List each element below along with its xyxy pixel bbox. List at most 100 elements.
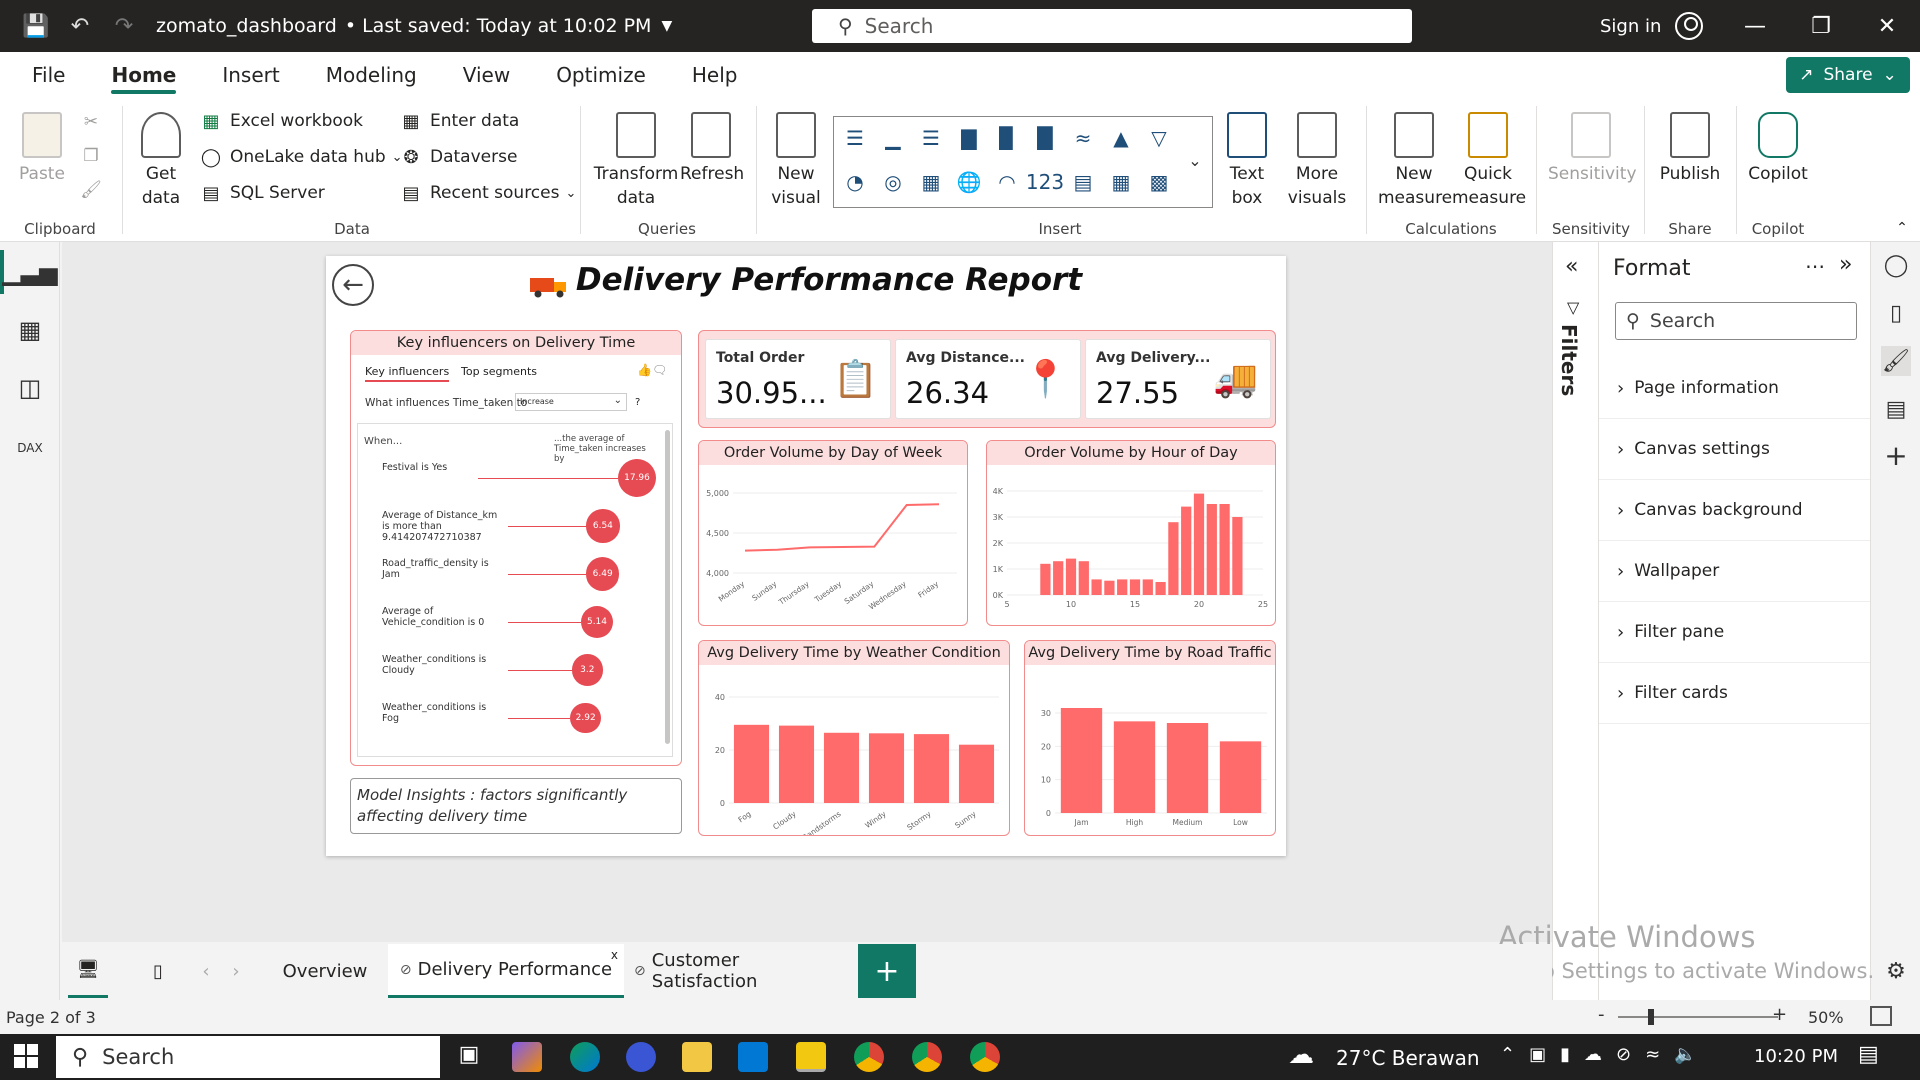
- tab-key-influencers[interactable]: Key influencers: [365, 365, 450, 382]
- clustered-column-icon[interactable]: ▇: [954, 123, 984, 153]
- transform-data-button[interactable]: Transform data: [592, 112, 680, 210]
- menu-home[interactable]: Home: [88, 52, 199, 98]
- influence-bubble[interactable]: 6.49: [586, 557, 620, 591]
- enter-data-button[interactable]: ▦ Enter data: [400, 110, 519, 132]
- influence-bubble[interactable]: 3.2: [571, 654, 603, 686]
- influencer-row[interactable]: Festival is Yes 17.96: [358, 458, 656, 498]
- tab-delivery-performance[interactable]: ⊘ Delivery Performance x: [388, 944, 624, 998]
- clock[interactable]: 10:20 PM: [1754, 1046, 1838, 1067]
- chrome-icon[interactable]: [912, 1042, 942, 1072]
- filters-pane[interactable]: « ▽ Filters: [1552, 242, 1598, 1012]
- chart-road-traffic[interactable]: Avg Delivery Time by Road Traffic 0 10 20 3…: [1024, 640, 1276, 836]
- cut-icon[interactable]: ✂: [78, 110, 104, 134]
- influence-bubble[interactable]: 5.14: [580, 605, 614, 639]
- add-page-button[interactable]: +: [858, 944, 916, 998]
- help-icon[interactable]: ?: [635, 397, 640, 408]
- chrome-icon[interactable]: [970, 1042, 1000, 1072]
- map-icon[interactable]: 🌐: [954, 167, 984, 197]
- zoom-slider[interactable]: [1618, 1009, 1778, 1025]
- analytics-icon[interactable]: ▤: [1881, 394, 1911, 424]
- expand-filters-icon[interactable]: «: [1565, 254, 1578, 279]
- model-view-icon[interactable]: ◫: [14, 372, 46, 404]
- dax-query-icon[interactable]: DAX: [14, 432, 46, 464]
- task-view-icon[interactable]: ▣: [454, 1042, 484, 1072]
- report-view-icon[interactable]: ▁▃▅: [2, 256, 57, 288]
- section-page-information[interactable]: › Page information: [1599, 358, 1871, 419]
- system-tray-icons[interactable]: ⌃▣▮☁⊘≈🔈: [1500, 1044, 1711, 1065]
- sign-in[interactable]: Sign in: [1600, 0, 1704, 52]
- undo-icon[interactable]: ↶: [58, 0, 102, 52]
- windows-start-icon[interactable]: [14, 1044, 38, 1068]
- tab-top-segments[interactable]: Top segments: [461, 365, 537, 378]
- tab-overview[interactable]: Overview: [272, 944, 378, 998]
- influence-bubble[interactable]: 6.54: [586, 509, 620, 543]
- thumbs-icon[interactable]: 👍🗨: [637, 363, 667, 377]
- sensitivity-button[interactable]: Sensitivity: [1548, 112, 1637, 186]
- chart-weather[interactable]: Avg Delivery Time by Weather Condition 0…: [698, 640, 1010, 836]
- chevron-down-icon[interactable]: ⌄: [1180, 145, 1210, 175]
- multirow-card-icon[interactable]: ▤: [1068, 167, 1098, 197]
- restore-button[interactable]: ❐: [1790, 0, 1852, 52]
- minimize-button[interactable]: —: [1724, 0, 1786, 52]
- close-tab-icon[interactable]: x: [611, 948, 618, 962]
- influence-bubble[interactable]: 2.92: [570, 702, 602, 734]
- scrollbar[interactable]: [665, 430, 670, 744]
- chevron-right-icon[interactable]: ›: [226, 944, 246, 998]
- clustered-bar-icon[interactable]: ☰: [916, 123, 946, 153]
- gauge-icon[interactable]: ◠: [992, 167, 1022, 197]
- card-icon[interactable]: 123: [1026, 167, 1064, 197]
- influence-bubble[interactable]: 17.96: [618, 459, 656, 497]
- chart-order-by-day[interactable]: Order Volume by Day of Week 4,000 4,500 5,…: [698, 440, 968, 626]
- onelake-button[interactable]: ◯ OneLake data hub ⌄: [200, 146, 403, 168]
- section-canvas-background[interactable]: › Canvas background: [1599, 480, 1871, 541]
- text-box-button[interactable]: Text box: [1224, 112, 1270, 210]
- menu-modeling[interactable]: Modeling: [303, 52, 440, 98]
- kpi-avg-delivery[interactable]: Avg Delivery... 27.55 🚚: [1085, 339, 1271, 419]
- influencer-row[interactable]: Weather_conditions is Cloudy 3.2: [358, 650, 618, 690]
- funnel-icon[interactable]: ▽: [1144, 123, 1174, 153]
- fit-to-page-icon[interactable]: [1870, 1006, 1892, 1026]
- pie-chart-icon[interactable]: ◔: [840, 167, 870, 197]
- column-chart-icon[interactable]: ▁: [878, 123, 908, 153]
- kpi-total-order[interactable]: Total Order 30.95... 📋: [705, 339, 891, 419]
- tab-customer-satisfaction[interactable]: ⊘ Customer Satisfaction: [634, 944, 848, 998]
- influencer-row[interactable]: Road_traffic_density is Jam 6.49: [358, 554, 620, 594]
- get-data-button[interactable]: Get data: [132, 112, 190, 210]
- edge-icon[interactable]: [570, 1042, 600, 1072]
- new-measure-button[interactable]: New measure: [1378, 112, 1452, 210]
- search-box[interactable]: ⚲ Search: [812, 9, 1412, 43]
- format-painter-icon[interactable]: 🖌: [78, 178, 104, 202]
- zoom-thumb[interactable]: [1648, 1009, 1654, 1025]
- chrome-icon[interactable]: [854, 1042, 884, 1072]
- matrix-icon[interactable]: ▩: [1144, 167, 1174, 197]
- menu-file[interactable]: File: [0, 52, 88, 98]
- mobile-layout-icon[interactable]: ▯: [138, 944, 178, 998]
- increase-dropdown[interactable]: Increase ⌄: [515, 393, 627, 411]
- donut-chart-icon[interactable]: ◎: [878, 167, 908, 197]
- chart-order-by-hour[interactable]: Order Volume by Hour of Day 0K 1K 2K 3K 4K 5 1…: [986, 440, 1276, 626]
- quick-measure-button[interactable]: Quick measure: [1452, 112, 1526, 210]
- publish-button[interactable]: Publish: [1654, 112, 1726, 186]
- influencer-row[interactable]: Average of Vehicle_condition is 0 5.14: [358, 602, 618, 642]
- key-influencers-visual[interactable]: Key influencers on Delivery Time Key inf…: [350, 330, 682, 766]
- stacked-column-icon[interactable]: ▉: [992, 123, 1022, 153]
- section-filter-pane[interactable]: › Filter pane: [1599, 602, 1871, 663]
- share-button[interactable]: ↗ Share ⌄: [1786, 57, 1910, 93]
- desktop-layout-icon[interactable]: 🖥: [68, 944, 108, 998]
- redo-icon[interactable]: ↷: [102, 0, 146, 52]
- refresh-button[interactable]: Refresh: [680, 112, 744, 186]
- influencer-row[interactable]: Weather_conditions is Fog 2.92: [358, 698, 618, 738]
- collapse-pane-icon[interactable]: »: [1839, 252, 1852, 277]
- chevron-down-icon[interactable]: ▼: [661, 18, 672, 34]
- area-chart-icon[interactable]: ▲: [1106, 123, 1136, 153]
- paste-button[interactable]: Paste: [14, 112, 70, 186]
- add-pane-icon[interactable]: +: [1881, 439, 1911, 472]
- copy-icon[interactable]: ❐: [78, 144, 104, 168]
- menu-help[interactable]: Help: [669, 52, 761, 98]
- menu-view[interactable]: View: [440, 52, 533, 98]
- taskbar-search[interactable]: ⚲ Search: [56, 1036, 440, 1078]
- section-filter-cards[interactable]: › Filter cards: [1599, 663, 1871, 724]
- file-explorer-icon[interactable]: [682, 1042, 712, 1072]
- sql-server-button[interactable]: ▤ SQL Server: [200, 182, 324, 204]
- recent-sources-button[interactable]: ▤ Recent sources ⌄: [400, 182, 576, 204]
